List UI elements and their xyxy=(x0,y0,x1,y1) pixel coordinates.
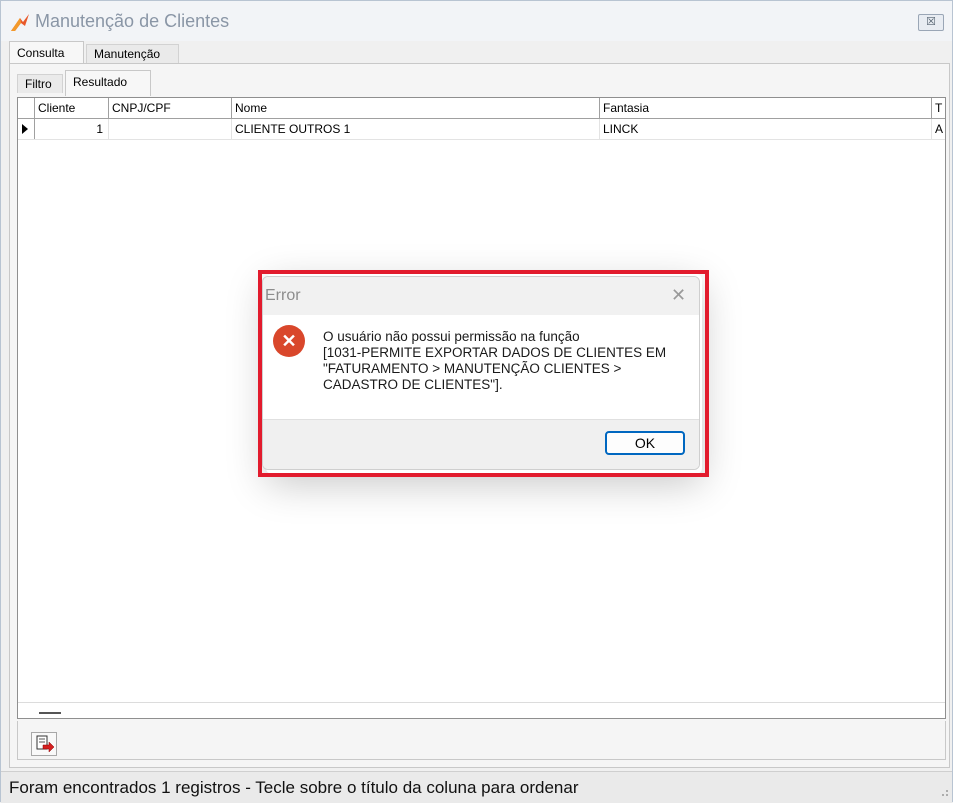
highlight-frame xyxy=(258,270,709,477)
dialog-overlay: Error ✕ ✕ O usuário não possui permissão… xyxy=(0,0,953,802)
